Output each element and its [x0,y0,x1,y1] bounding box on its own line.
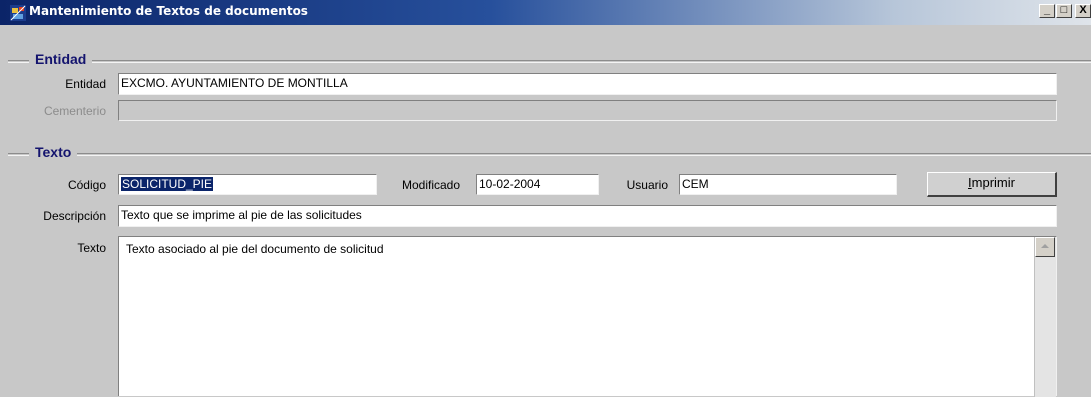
modificado-field[interactable]: 10-02-2004 [476,174,599,195]
minimize-button[interactable]: _ [1039,4,1055,18]
close-icon: X [1079,4,1087,16]
close-button[interactable]: X [1075,4,1091,18]
codigo-value: SOLICITUD_PIE [121,177,214,191]
entidad-label: Entidad [65,77,106,91]
maximize-button[interactable]: □ [1056,4,1072,18]
modificado-value: 10-02-2004 [479,177,541,191]
usuario-value: CEM [682,177,709,191]
texto-label: Texto [77,241,106,255]
cementerio-label: Cementerio [43,104,106,118]
entidad-group-frame [8,60,1091,63]
modificado-label: Modificado [401,178,460,192]
descripcion-value: Texto que se imprime al pie de las solic… [121,208,362,222]
texto-group-title: Texto [29,144,78,160]
codigo-label: Código [67,178,106,192]
usuario-label: Usuario [626,178,668,192]
title-bar[interactable]: Mantenimiento de Textos de documentos _ … [0,0,1091,25]
entidad-group-title: Entidad [29,51,93,67]
texto-group-frame [8,153,1091,156]
texto-scrollbar[interactable] [1034,237,1056,397]
entidad-field[interactable]: EXCMO. AYUNTAMIENTO DE MONTILLA [118,73,1057,95]
entidad-value: EXCMO. AYUNTAMIENTO DE MONTILLA [121,76,348,90]
descripcion-label: Descripción [43,209,106,223]
imprimir-button[interactable]: Imprimir [927,172,1057,197]
texto-value: Texto asociado al pie del documento de s… [126,242,384,256]
window-title: Mantenimiento de Textos de documentos [29,4,308,18]
imprimir-label: mprimir [971,175,1015,190]
usuario-field[interactable]: CEM [679,174,897,195]
scroll-up-arrow-icon[interactable] [1035,237,1055,257]
texto-textarea[interactable]: Texto asociado al pie del documento de s… [118,236,1057,397]
cementerio-field[interactable] [118,100,1057,121]
maximize-icon: □ [1060,4,1068,16]
descripcion-field[interactable]: Texto que se imprime al pie de las solic… [118,205,1057,227]
codigo-field[interactable]: SOLICITUD_PIE [118,174,377,195]
form-icon [10,5,26,21]
minimize-icon: _ [1043,4,1051,16]
